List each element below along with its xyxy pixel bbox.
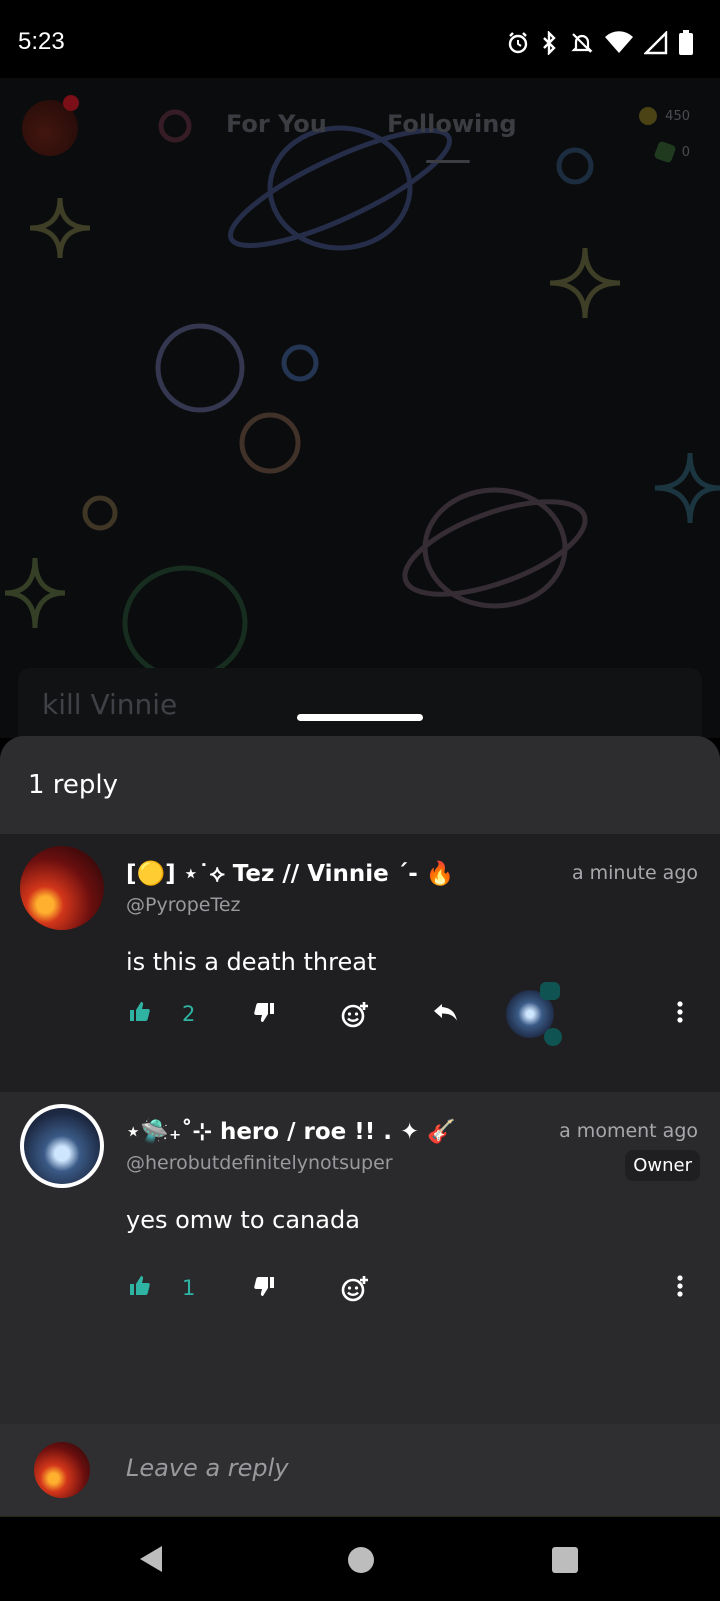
comment-item[interactable]: ⋆🛸₊˚⊹ hero / roe !! . ✦ 🎸 @herobutdefini…: [0, 1092, 720, 1422]
status-icons: [506, 30, 694, 56]
comment-text: yes omw to canada: [126, 1206, 360, 1234]
like-count: 2: [182, 1002, 196, 1026]
alarm-icon: [508, 32, 528, 54]
avatar[interactable]: [20, 846, 104, 930]
comment-actions: 1: [0, 1264, 720, 1320]
more-options-icon[interactable]: [676, 1274, 684, 1302]
heart-badge-icon: [544, 1028, 562, 1046]
reply-input[interactable]: Leave a reply: [126, 1454, 289, 1482]
back-icon[interactable]: [138, 1544, 164, 1578]
reply-icon[interactable]: [432, 1000, 460, 1028]
battery-icon: [679, 30, 693, 55]
recents-icon[interactable]: [552, 1547, 578, 1573]
sheet-drag-handle[interactable]: [297, 714, 423, 721]
system-nav-bar: [0, 1516, 720, 1601]
reply-input-bar[interactable]: Leave a reply: [0, 1424, 720, 1516]
status-bar: 5:23: [0, 0, 720, 78]
add-reaction-icon[interactable]: [340, 1000, 370, 1034]
replies-sheet: 1 reply [🟡] ⋆˙⟡ Tez // Vinnie ˊ- 🔥 @Pyro…: [0, 736, 720, 1516]
comment-author-handle[interactable]: @PyropeTez: [126, 894, 241, 916]
owner-badge: Owner: [625, 1150, 700, 1181]
comment-actions: 2: [0, 982, 720, 1046]
like-icon[interactable]: [128, 1274, 152, 1302]
comment-item[interactable]: [🟡] ⋆˙⟡ Tez // Vinnie ˊ- 🔥 @PyropeTez a …: [0, 834, 720, 1092]
coin-icon: [639, 107, 658, 125]
feed-background: For You Following 450 0: [0, 78, 720, 738]
replies-count-title: 1 reply: [28, 770, 119, 800]
comment-timestamp: a minute ago: [571, 862, 698, 884]
wifi-icon: [605, 31, 633, 53]
tab-active-indicator: [426, 160, 470, 163]
comment-timestamp: a moment ago: [559, 1120, 698, 1142]
home-icon[interactable]: [348, 1547, 374, 1573]
more-options-icon[interactable]: [676, 1000, 684, 1028]
coin-count: 450: [665, 108, 690, 124]
tab-for-you[interactable]: For You: [226, 110, 327, 138]
avatar-image: [24, 1108, 100, 1184]
like-icon[interactable]: [128, 1000, 152, 1028]
status-time: 5:23: [18, 28, 65, 55]
avatar: [34, 1442, 90, 1498]
dislike-icon[interactable]: [252, 1000, 276, 1028]
comment-text: is this a death threat: [126, 948, 377, 976]
gem-icon: [653, 140, 677, 164]
dislike-icon[interactable]: [252, 1274, 276, 1302]
post-caption-preview: kill Vinnie: [18, 668, 702, 738]
add-reaction-icon[interactable]: [340, 1274, 370, 1308]
comment-author-name[interactable]: ⋆🛸₊˚⊹ hero / roe !! . ✦ 🎸: [126, 1118, 456, 1145]
currency-panel[interactable]: 450 0: [639, 98, 690, 170]
bluetooth-icon: [543, 31, 556, 55]
comment-author-handle[interactable]: @herobutdefinitelynotsuper: [126, 1152, 393, 1174]
avatar[interactable]: [20, 1104, 104, 1188]
comment-author-name[interactable]: [🟡] ⋆˙⟡ Tez // Vinnie ˊ- 🔥: [126, 860, 454, 887]
caption-text: kill Vinnie: [42, 688, 178, 721]
signal-icon: [644, 31, 668, 55]
sheet-header: 1 reply: [0, 736, 720, 835]
like-count: 1: [182, 1276, 196, 1300]
reply-badge-icon: [540, 982, 560, 1000]
tab-following[interactable]: Following: [387, 110, 517, 138]
feed-top-nav: For You Following 450 0: [0, 78, 720, 188]
bell-off-icon: [571, 33, 593, 53]
notification-dot: [63, 95, 79, 111]
gem-count: 0: [681, 144, 690, 160]
